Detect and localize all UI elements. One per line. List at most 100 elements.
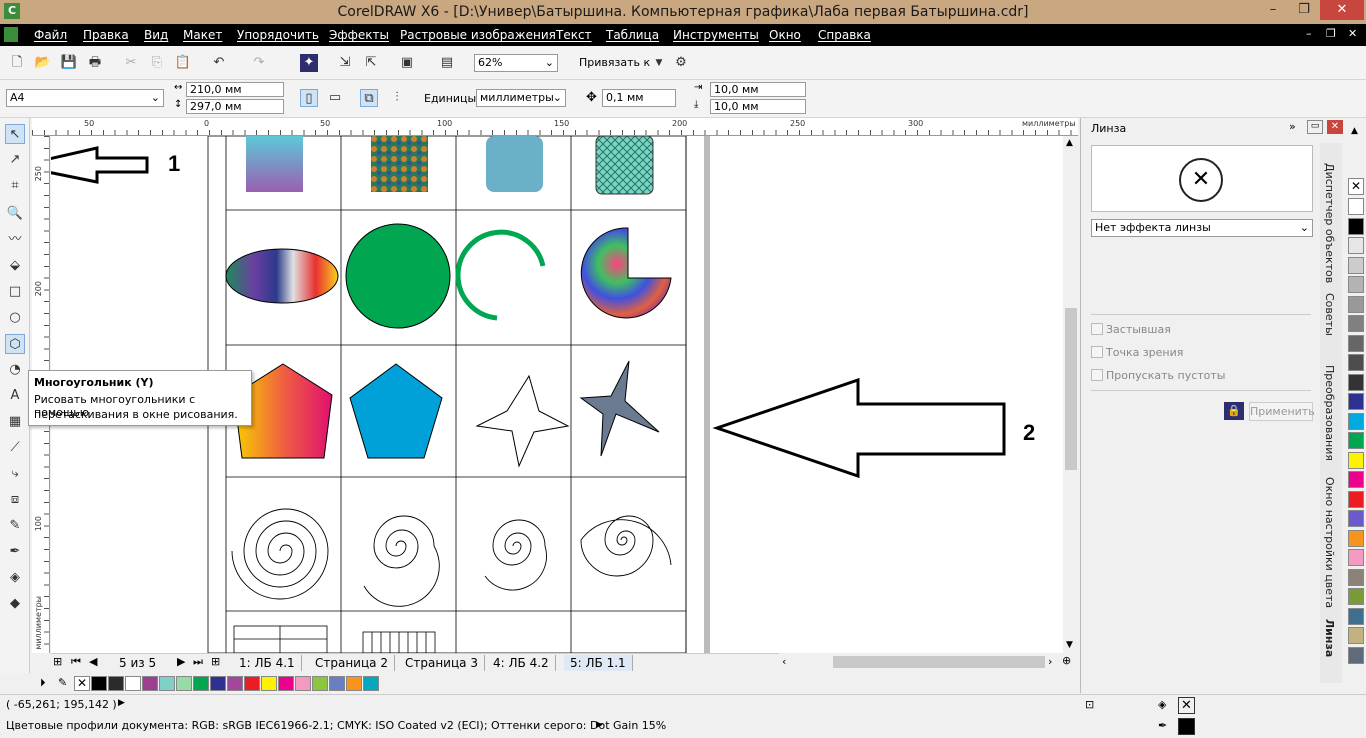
menu-edit[interactable]: Правка bbox=[83, 28, 129, 42]
color-swatch[interactable] bbox=[1348, 295, 1364, 313]
zoom-tool-icon[interactable]: 🔍 bbox=[5, 204, 25, 224]
cut-icon[interactable]: ✂ bbox=[122, 54, 140, 72]
undo-icon[interactable]: ↶ bbox=[210, 54, 228, 72]
page-tab[interactable]: Страница 3 bbox=[399, 655, 485, 671]
import-icon[interactable]: ⇲ bbox=[336, 54, 354, 72]
menu-layout[interactable]: Макет bbox=[183, 28, 222, 42]
color-swatch[interactable] bbox=[210, 676, 226, 691]
all-pages-icon[interactable]: ⧉ bbox=[360, 89, 378, 107]
menu-text[interactable]: Текст bbox=[556, 28, 592, 42]
chevron-down-icon[interactable]: ▼ bbox=[650, 54, 668, 72]
color-swatch[interactable] bbox=[193, 676, 209, 691]
chevron-left-icon[interactable]: ‹ bbox=[782, 655, 786, 668]
menu-table[interactable]: Таблица bbox=[606, 28, 659, 42]
portrait-icon[interactable]: ▯ bbox=[300, 89, 318, 107]
table-tool-icon[interactable]: ▦ bbox=[5, 412, 25, 432]
menu-tools[interactable]: Инструменты bbox=[673, 28, 759, 42]
basic-shapes-icon[interactable]: ◔ bbox=[5, 360, 25, 380]
collapse-icon[interactable]: » bbox=[1289, 120, 1296, 133]
zoom-select[interactable]: 62% ⌄ bbox=[474, 54, 558, 72]
first-page-icon[interactable]: ⏮ bbox=[71, 655, 81, 669]
fill-none-swatch[interactable]: ✕ bbox=[1178, 697, 1195, 714]
shape-tool-icon[interactable]: ↗ bbox=[5, 150, 25, 170]
color-swatch[interactable] bbox=[1348, 334, 1364, 352]
color-swatch[interactable] bbox=[346, 676, 362, 691]
minimize-docker-button[interactable]: ▭ bbox=[1307, 120, 1323, 134]
color-swatch[interactable] bbox=[125, 676, 141, 691]
page-tab[interactable]: 4: ЛБ 4.2 bbox=[487, 655, 556, 671]
vertical-scrollbar[interactable]: ▲ ▼ bbox=[1063, 136, 1079, 653]
chevron-right-icon[interactable]: › bbox=[1048, 655, 1052, 668]
close-button[interactable]: ✕ bbox=[1320, 0, 1364, 20]
doc-minimize-button[interactable]: – bbox=[1306, 27, 1312, 40]
units-select[interactable]: миллиметры ⌄ bbox=[476, 89, 566, 107]
duplicate-y-field[interactable]: 10,0 мм bbox=[710, 99, 806, 114]
color-swatch[interactable] bbox=[1348, 627, 1364, 644]
polygon-tool-icon[interactable]: ⬡ bbox=[5, 334, 25, 354]
color-swatch[interactable] bbox=[1348, 646, 1364, 664]
color-swatch[interactable] bbox=[1348, 412, 1364, 430]
color-swatch[interactable] bbox=[363, 676, 379, 691]
menu-window[interactable]: Окно bbox=[769, 28, 801, 42]
color-swatch[interactable] bbox=[1348, 432, 1364, 449]
no-color-swatch[interactable]: ✕ bbox=[74, 676, 90, 691]
scroll-thumb[interactable] bbox=[1065, 308, 1077, 470]
color-swatch[interactable] bbox=[1348, 490, 1364, 508]
smart-fill-icon[interactable]: ⬙ bbox=[5, 256, 25, 276]
connector-tool-icon[interactable]: ⤷ bbox=[5, 464, 25, 484]
color-swatch[interactable] bbox=[1348, 354, 1364, 371]
lens-type-select[interactable]: Нет эффекта линзы ⌄ bbox=[1091, 219, 1313, 237]
page-height-field[interactable]: 297,0 мм bbox=[186, 99, 284, 114]
color-swatch[interactable] bbox=[142, 676, 158, 691]
ellipse-tool-icon[interactable]: ○ bbox=[5, 308, 25, 328]
landscape-icon[interactable]: ▭ bbox=[326, 89, 344, 107]
menu-help[interactable]: Справка bbox=[818, 28, 871, 42]
color-swatch[interactable] bbox=[1348, 276, 1364, 293]
status-play-icon[interactable]: ▶ bbox=[596, 720, 603, 730]
remove-face-checkbox[interactable] bbox=[1091, 369, 1103, 381]
search-content-icon[interactable]: ✦ bbox=[300, 54, 318, 72]
color-swatch[interactable] bbox=[1348, 393, 1364, 410]
tab-object-manager[interactable]: Диспетчер объектов bbox=[1323, 163, 1336, 283]
eyedropper-icon[interactable]: ✎ bbox=[5, 516, 25, 536]
prev-page-icon[interactable]: ◀ bbox=[89, 655, 97, 668]
zoom-icon[interactable]: ⊕ bbox=[1062, 654, 1071, 667]
palette-play-icon[interactable]: ⏵ bbox=[40, 676, 46, 690]
apply-button[interactable]: Применить bbox=[1249, 402, 1315, 421]
outline-color-swatch[interactable] bbox=[1178, 718, 1195, 735]
pick-tool-icon[interactable]: ↖ bbox=[5, 124, 25, 144]
tab-lens[interactable]: Линза bbox=[1323, 619, 1336, 657]
color-swatch[interactable] bbox=[227, 676, 243, 691]
add-page-before-icon[interactable]: ⊞ bbox=[53, 655, 62, 668]
print-icon[interactable]: 🖶 bbox=[86, 54, 104, 72]
color-swatch[interactable] bbox=[312, 676, 328, 691]
eyedropper-icon[interactable]: ✎ bbox=[58, 676, 67, 689]
next-page-icon[interactable]: ▶ bbox=[177, 655, 185, 668]
chevron-up-icon[interactable]: ▲ bbox=[1351, 126, 1358, 136]
color-swatch[interactable] bbox=[295, 676, 311, 691]
open-icon[interactable]: 📂 bbox=[34, 54, 52, 72]
snap-icon[interactable]: ⊡ bbox=[1085, 698, 1094, 711]
redo-icon[interactable]: ↷ bbox=[250, 54, 268, 72]
frozen-checkbox[interactable] bbox=[1091, 323, 1103, 335]
color-swatch[interactable] bbox=[1348, 529, 1364, 547]
last-page-icon[interactable]: ⏭ bbox=[193, 655, 203, 669]
launcher-icon[interactable]: ▣ bbox=[398, 54, 416, 72]
tab-transformations[interactable]: Преобразования bbox=[1323, 365, 1336, 461]
menu-view[interactable]: Вид bbox=[144, 28, 168, 42]
color-swatch[interactable] bbox=[108, 676, 124, 691]
chevron-up-icon[interactable]: ▲ bbox=[1066, 138, 1073, 148]
welcome-screen-icon[interactable]: ▤ bbox=[438, 54, 456, 72]
export-icon[interactable]: ⇱ bbox=[362, 54, 380, 72]
menu-effects[interactable]: Эффекты bbox=[329, 28, 389, 42]
color-swatch[interactable] bbox=[1348, 607, 1364, 625]
fill-tool-icon[interactable]: ◈ bbox=[5, 568, 25, 588]
menu-file[interactable]: Файл bbox=[34, 28, 67, 42]
freehand-tool-icon[interactable]: 〰 bbox=[5, 230, 25, 250]
page-tab[interactable]: 1: ЛБ 4.1 bbox=[233, 655, 302, 671]
color-swatch[interactable] bbox=[329, 676, 345, 691]
status-play-icon[interactable]: ▶ bbox=[118, 698, 125, 708]
add-page-after-icon[interactable]: ⊞ bbox=[211, 655, 220, 668]
color-swatch[interactable] bbox=[1348, 549, 1364, 566]
color-swatch[interactable] bbox=[1348, 451, 1364, 469]
